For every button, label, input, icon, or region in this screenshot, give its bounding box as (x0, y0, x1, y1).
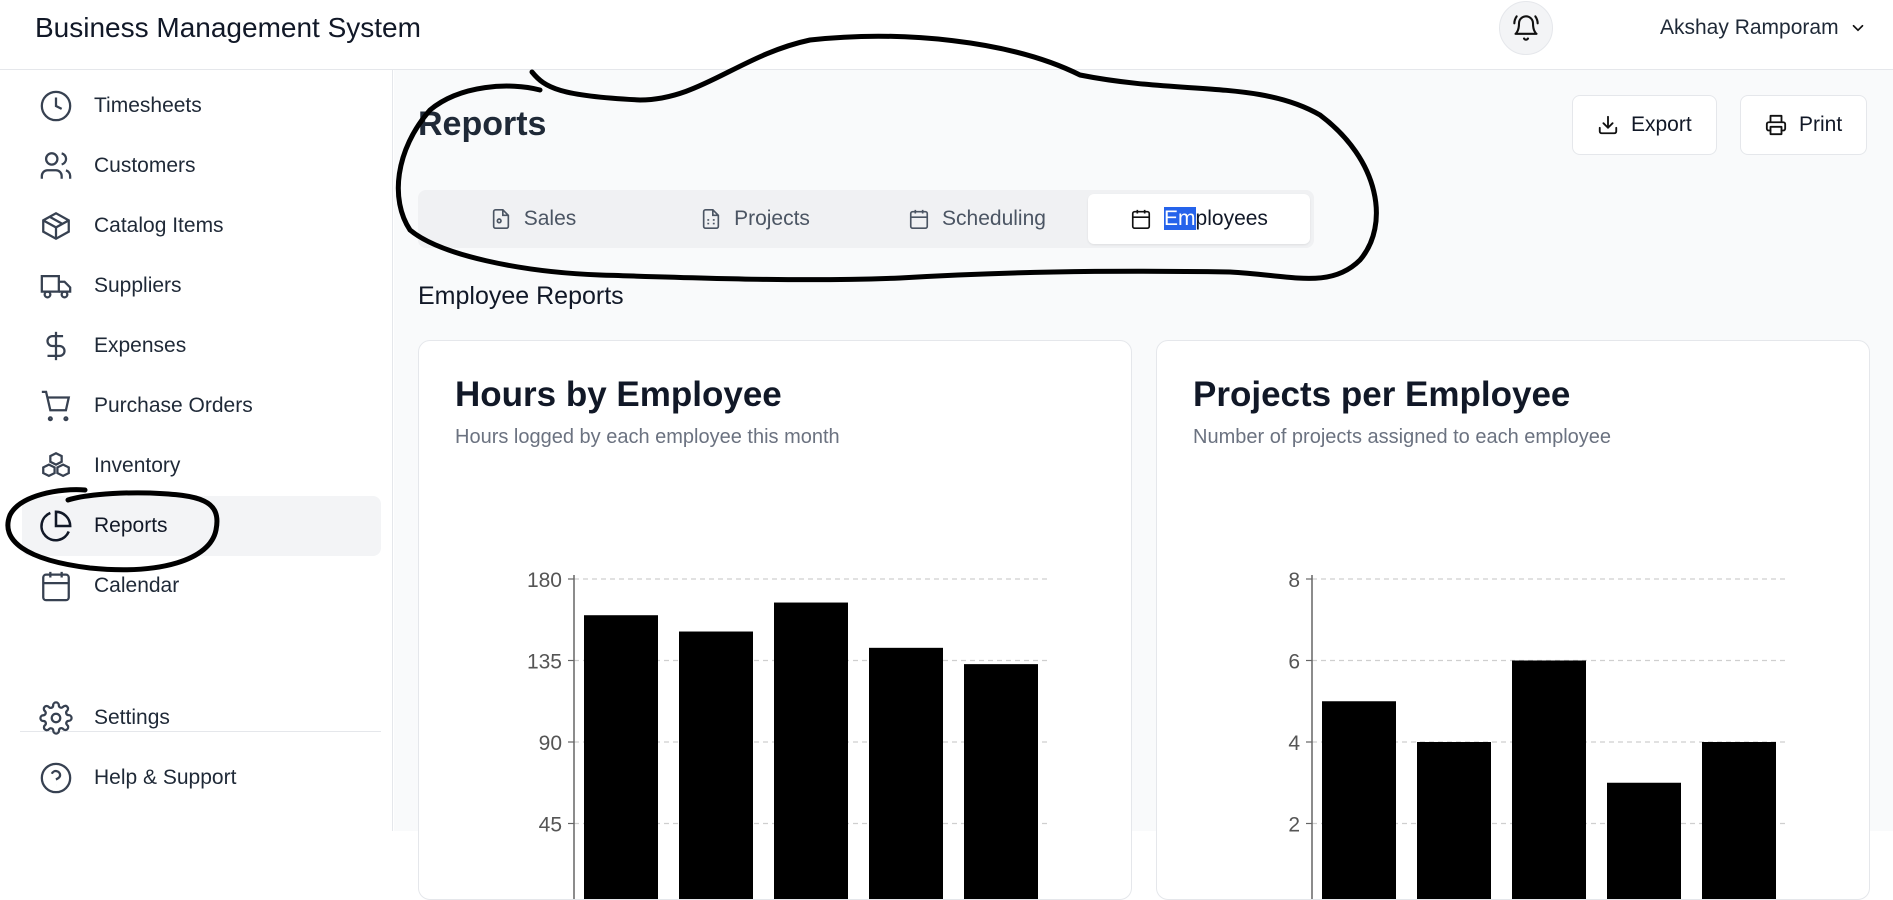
sidebar-item-label: Reports (94, 514, 168, 538)
top-bar: Business Management System Akshay Rampor… (0, 0, 1893, 70)
pie-chart-icon (38, 508, 74, 544)
tab-scheduling[interactable]: Scheduling (866, 194, 1088, 244)
user-name: Akshay Ramporam (1660, 16, 1839, 40)
bar (774, 603, 848, 900)
sidebar-item-label: Expenses (94, 334, 186, 358)
sidebar-item-inventory[interactable]: Inventory (22, 436, 381, 496)
tab-label: Employees (1164, 207, 1268, 231)
projects-chart-card: Projects per Employee Number of projects… (1156, 340, 1870, 900)
tab-sales[interactable]: Sales (422, 194, 644, 244)
sidebar-item-help-support[interactable]: Help & Support (22, 748, 381, 808)
print-button[interactable]: Print (1740, 95, 1867, 155)
box-icon (38, 208, 74, 244)
truck-icon (38, 268, 74, 304)
app-title: Business Management System (35, 12, 421, 44)
clock-icon (38, 88, 74, 124)
tab-label: Projects (734, 207, 810, 231)
sidebar-item-label: Suppliers (94, 274, 182, 298)
report-tabs: Sales Projects Scheduling Employees (418, 190, 1314, 248)
bar (679, 632, 753, 900)
user-menu[interactable]: Akshay Ramporam (1660, 16, 1867, 40)
boxes-icon (38, 448, 74, 484)
printer-icon (1765, 114, 1787, 136)
bar (1512, 661, 1586, 900)
chart-subtitle: Hours logged by each employee this month (455, 426, 840, 449)
sidebar-item-catalog-items[interactable]: Catalog Items (22, 196, 381, 256)
cart-icon (38, 388, 74, 424)
help-icon (38, 760, 74, 796)
sidebar-item-timesheets[interactable]: Timesheets (22, 76, 381, 136)
chart-subtitle: Number of projects assigned to each empl… (1193, 426, 1611, 449)
y-tick-label: 180 (527, 569, 562, 592)
y-tick-label: 135 (527, 651, 562, 674)
calendar-icon (908, 208, 930, 230)
section-title: Employee Reports (418, 282, 624, 311)
users-icon (38, 148, 74, 184)
sidebar-item-label: Calendar (94, 574, 179, 598)
chart-title: Hours by Employee (455, 375, 782, 415)
sidebar-item-expenses[interactable]: Expenses (22, 316, 381, 376)
sidebar-item-suppliers[interactable]: Suppliers (22, 256, 381, 316)
sidebar-item-purchase-orders[interactable]: Purchase Orders (22, 376, 381, 436)
tab-label: Scheduling (942, 207, 1046, 231)
projects-bar-chart: 2 4 6 8 (1157, 461, 1870, 900)
main-content: Reports Export Print Sales Projects Sche… (394, 70, 1893, 831)
document-icon (700, 208, 722, 230)
chevron-down-icon (1849, 19, 1867, 37)
export-button[interactable]: Export (1572, 95, 1717, 155)
sidebar-item-reports[interactable]: Reports (22, 496, 381, 556)
y-tick-label: 90 (539, 732, 562, 755)
sidebar-item-customers[interactable]: Customers (22, 136, 381, 196)
chart-title: Projects per Employee (1193, 375, 1570, 415)
dollar-icon (38, 328, 74, 364)
bar (1702, 742, 1776, 900)
page-title: Reports (418, 105, 546, 144)
sidebar-item-label: Help & Support (94, 766, 236, 790)
tab-projects[interactable]: Projects (644, 194, 866, 244)
hours-bar-chart: 45 90 135 180 (419, 461, 1132, 900)
tab-employees[interactable]: Employees (1088, 194, 1310, 244)
calendar-icon (38, 568, 74, 604)
y-tick-label: 2 (1288, 814, 1300, 837)
print-label: Print (1799, 113, 1842, 137)
bar (1417, 742, 1491, 900)
tab-label-rest: ployees (1196, 207, 1268, 230)
sidebar-item-label: Inventory (94, 454, 180, 478)
gear-icon (38, 700, 74, 736)
bar (1322, 701, 1396, 900)
y-tick-label: 45 (539, 814, 562, 837)
sidebar-item-calendar[interactable]: Calendar (22, 556, 381, 616)
y-tick-label: 6 (1288, 651, 1300, 674)
tab-label-selection: Em (1164, 207, 1196, 230)
hours-chart-card: Hours by Employee Hours logged by each e… (418, 340, 1132, 900)
bar (869, 648, 943, 900)
y-tick-label: 8 (1288, 569, 1300, 592)
sidebar-item-settings[interactable]: Settings (22, 688, 381, 748)
download-icon (1597, 114, 1619, 136)
sidebar-item-label: Settings (94, 706, 170, 730)
file-icon (490, 208, 512, 230)
bar (1607, 783, 1681, 900)
notification-bell-button[interactable] (1499, 1, 1553, 55)
y-tick-label: 4 (1288, 732, 1300, 755)
calendar-icon (1130, 208, 1152, 230)
sidebar-item-label: Timesheets (94, 94, 202, 118)
tab-label: Sales (524, 207, 577, 231)
bar (584, 615, 658, 900)
sidebar: Timesheets Customers Catalog Items Suppl… (0, 70, 393, 831)
sidebar-item-label: Customers (94, 154, 196, 178)
export-label: Export (1631, 113, 1692, 137)
sidebar-item-label: Purchase Orders (94, 394, 253, 418)
bell-icon (1512, 14, 1540, 42)
sidebar-item-label: Catalog Items (94, 214, 224, 238)
bar (964, 664, 1038, 900)
